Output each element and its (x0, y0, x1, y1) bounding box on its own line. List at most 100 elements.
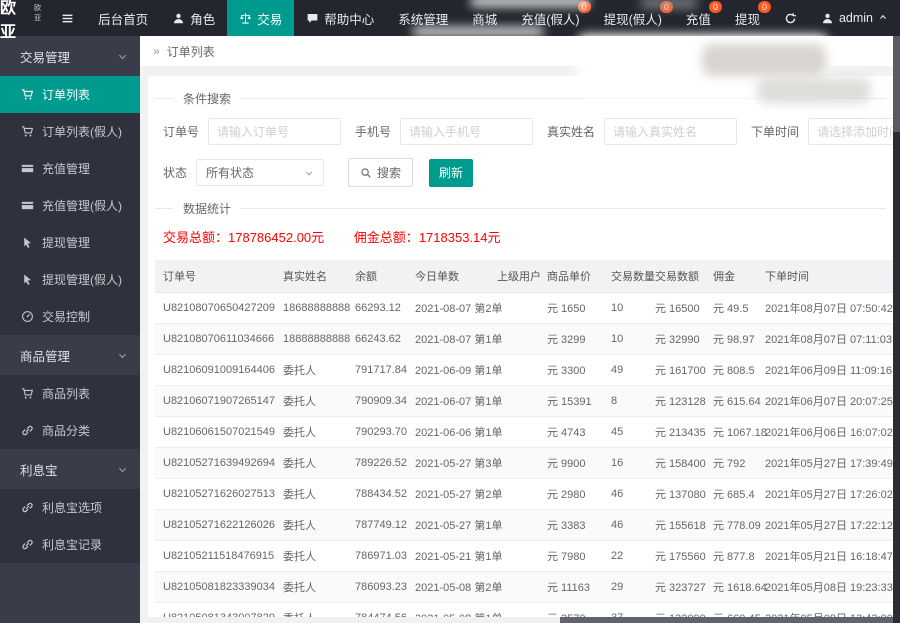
table-cell: 2021年08月07日 07:50:42 (757, 292, 893, 324)
nav-item-recharge[interactable]: 充值 0 (674, 0, 723, 36)
order-no-label: 订单号 (163, 125, 200, 139)
hand-icon (21, 236, 34, 249)
refresh-icon (784, 12, 797, 25)
hamburger-icon (61, 12, 74, 25)
table-row: U82106091009164406 委托人 791717.84 2021-06-09… (155, 354, 893, 386)
nav-item-home[interactable]: 后台首页 (86, 0, 160, 36)
notification-badge: 0 (577, 1, 591, 13)
table-cell: 元 3383 (539, 509, 603, 541)
nav-item-withdraw[interactable]: 提现 0 (723, 0, 772, 36)
table-cell: 元 175560 (647, 540, 706, 572)
phone-input[interactable] (400, 118, 534, 145)
notification-badge: 0 (708, 1, 722, 13)
search-button[interactable]: 搜索 (348, 158, 414, 187)
sidebar-item-goods-list[interactable]: 商品列表 (0, 375, 140, 412)
phone-label: 手机号 (355, 125, 392, 139)
sidebar-item-trade-control[interactable]: 交易控制 (0, 298, 140, 335)
sidebar-item-withdraw-manage-fake[interactable]: 提现管理(假人) (0, 261, 140, 298)
table-cell: 790909.34 (347, 385, 407, 417)
logo-sup: 欧亚 (34, 5, 43, 22)
table-cell: 791717.84 (347, 354, 407, 386)
column-header: 交易数量 (603, 260, 655, 293)
nav-item-withdraw-fake[interactable]: 提现(假人) 0 (592, 0, 674, 36)
table-cell: 2021-06-07 第1单 (407, 385, 502, 417)
search-row-2: 状态 所有状态 搜索 刷新 (163, 158, 886, 187)
table-cell: 元 98.97 (705, 323, 757, 355)
table-cell: 元 9900 (539, 447, 603, 479)
column-header: 订单号 (155, 260, 275, 293)
table-cell: 元 877.8 (705, 540, 757, 572)
table-cell: 元 808.5 (705, 354, 757, 386)
admin-menu[interactable]: admin (809, 0, 900, 36)
sidebar-group-items: 订单列表订单列表(假人) 充值管理 充值管理(假人) 提现管理提现管理(假人) 交易控制 (0, 76, 140, 335)
order-time-input[interactable] (808, 118, 893, 145)
table-cell: 2021-06-09 第1单 (407, 354, 502, 386)
status-selected-value: 所有状态 (206, 166, 255, 180)
refresh-table-button[interactable]: 刷新 (429, 158, 474, 187)
column-header: 真实姓名 (275, 260, 347, 293)
nav-item-label: 系统管理 (398, 12, 449, 27)
sidebar-item-goods-category[interactable]: 商品分类 (0, 412, 140, 449)
search-fieldset: 条件搜索 (155, 90, 886, 107)
sidebar-group-trade-manage[interactable]: 交易管理 (0, 36, 140, 76)
column-header: 余额 (347, 260, 407, 293)
horizontal-scrollbar[interactable] (140, 617, 893, 623)
order-no-input[interactable] (208, 118, 342, 145)
vertical-scrollbar[interactable] (893, 36, 900, 623)
nav-item-label: 交易 (257, 12, 283, 27)
hamburger-button[interactable] (49, 0, 86, 36)
table-cell: 2021-05-27 第2单 (407, 478, 502, 510)
table-cell: 18888888888 (275, 323, 350, 355)
sidebar-item-order-list[interactable]: 订单列表 (0, 76, 140, 113)
table-cell: 2021年06月06日 16:07:02 (757, 416, 893, 448)
sidebar-item-interest-options[interactable]: 利息宝选项 (0, 489, 140, 526)
sidebar-item-label: 提现管理(假人) (42, 273, 122, 287)
table-cell: 46 (603, 478, 647, 510)
nav-item-mall[interactable]: 商城 (460, 0, 509, 36)
table-cell: U82105271639492694 (155, 447, 275, 479)
table-cell: 2021年05月27日 17:22:12 (757, 509, 893, 541)
sidebar-item-interest-records[interactable]: 利息宝记录 (0, 526, 140, 563)
link-icon (21, 501, 34, 514)
nav-item-system-manage[interactable]: 系统管理 (386, 0, 460, 36)
table-cell: 元 1650 (539, 292, 603, 324)
stats-fieldset: 数据统计 (155, 200, 886, 217)
table-cell: 元 660.45 (705, 602, 761, 617)
table-cell: 元 158400 (647, 447, 706, 479)
sidebar-item-label: 交易控制 (42, 310, 91, 324)
table-row: U82105081823339034 委托人 786093.23 2021-05-08… (155, 571, 893, 603)
sidebar-item-recharge-manage[interactable]: 充值管理 (0, 150, 140, 187)
vertical-scrollbar-thumb[interactable] (893, 36, 900, 132)
order-list-panel: 条件搜索 订单号手机号真实姓名下单时间 状态 所有状态 (148, 76, 893, 617)
table-cell: 790293.70 (347, 416, 407, 448)
sidebar-group-goods-manage[interactable]: 商品管理 (0, 335, 140, 375)
table-cell: 2021年05月08日 19:23:33 (757, 571, 893, 603)
app-logo: 欧亚 欧亚 (0, 0, 49, 41)
table-cell: 委托人 (275, 540, 347, 572)
nav-item-recharge-fake[interactable]: 充值(假人) 0 (509, 0, 591, 36)
user-icon (172, 12, 185, 25)
table-cell: 2021年06月09日 11:09:16 (757, 354, 893, 386)
status-select[interactable]: 所有状态 (196, 159, 325, 186)
nav-item-label: 提现 (734, 12, 760, 27)
table-cell: 789226.52 (347, 447, 407, 479)
sidebar-item-label: 提现管理 (42, 236, 91, 250)
sidebar-group-interest-bao[interactable]: 利息宝 (0, 449, 140, 489)
nav-item-trade[interactable]: 交易 (227, 0, 295, 36)
nav-item-label: 后台首页 (98, 12, 149, 27)
horizontal-scrollbar-thumb[interactable] (560, 617, 893, 623)
table-cell: 66243.62 (347, 323, 407, 355)
sidebar-item-withdraw-manage[interactable]: 提现管理 (0, 224, 140, 261)
sidebar-item-label: 订单列表(假人) (42, 125, 122, 139)
nav-item-help-center[interactable]: 帮助中心 (294, 0, 386, 36)
table-cell: 元 49.5 (705, 292, 757, 324)
column-header: 交易数额 (647, 260, 705, 293)
search-row-1: 订单号 手机号 真实姓名 下单时间 (163, 118, 893, 145)
chevron-down-icon (304, 168, 314, 178)
refresh-button[interactable] (772, 0, 809, 36)
order-time-label: 下单时间 (751, 125, 800, 139)
sidebar-item-recharge-manage-fake[interactable]: 充值管理(假人) (0, 187, 140, 224)
sidebar-item-order-list-fake[interactable]: 订单列表(假人) (0, 113, 140, 150)
real-name-input[interactable] (604, 118, 738, 145)
nav-item-roles[interactable]: 角色 (160, 0, 227, 36)
